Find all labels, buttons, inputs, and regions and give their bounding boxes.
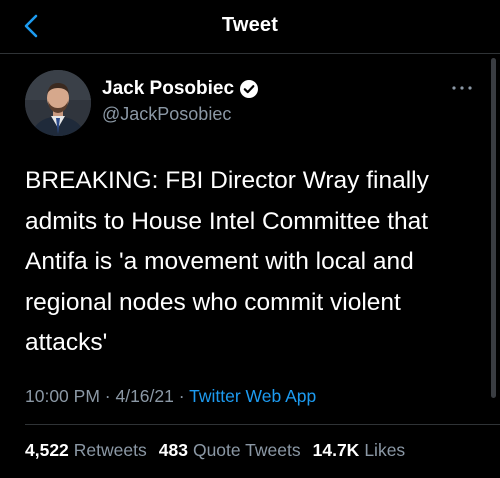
retweets-count: 4,522 xyxy=(25,440,69,460)
retweets-stat[interactable]: 4,522 Retweets xyxy=(25,440,147,461)
page-title: Tweet xyxy=(221,14,279,36)
tweet-meta: 10:00 PM · 4/16/21 · Twitter Web App xyxy=(25,386,316,407)
quote-tweets-count: 483 xyxy=(158,440,188,460)
verified-badge-icon xyxy=(240,80,259,98)
top-bar: Tweet xyxy=(0,0,500,54)
meta-separator: · xyxy=(104,386,111,406)
author-name: Jack Posobiec xyxy=(102,78,235,99)
likes-count: 14.7K xyxy=(312,440,360,460)
retweets-label: Retweets xyxy=(73,440,147,460)
likes-label: Likes xyxy=(364,440,406,460)
scrollbar[interactable] xyxy=(491,58,496,398)
more-icon xyxy=(452,86,472,90)
likes-stat[interactable]: 14.7K Likes xyxy=(313,440,406,461)
author-handle[interactable]: @JackPosobiec xyxy=(102,104,231,125)
more-options-button[interactable] xyxy=(448,78,476,98)
divider xyxy=(25,424,500,425)
tweet-source-link[interactable]: Twitter Web App xyxy=(189,386,316,406)
tweet-time[interactable]: 10:00 PM xyxy=(25,386,100,406)
tweet-text: BREAKING: FBI Director Wray finally admi… xyxy=(25,167,429,356)
meta-separator: · xyxy=(178,386,185,406)
author-name-row[interactable]: Jack Posobiec xyxy=(102,78,259,100)
quote-tweets-stat[interactable]: 483 Quote Tweets xyxy=(159,440,301,461)
avatar[interactable] xyxy=(25,70,91,136)
quote-tweets-label: Quote Tweets xyxy=(192,440,301,460)
tweet-stats: 4,522 Retweets 483 Quote Tweets 14.7K Likes xyxy=(25,440,417,461)
tweet-date[interactable]: 4/16/21 xyxy=(115,386,173,406)
